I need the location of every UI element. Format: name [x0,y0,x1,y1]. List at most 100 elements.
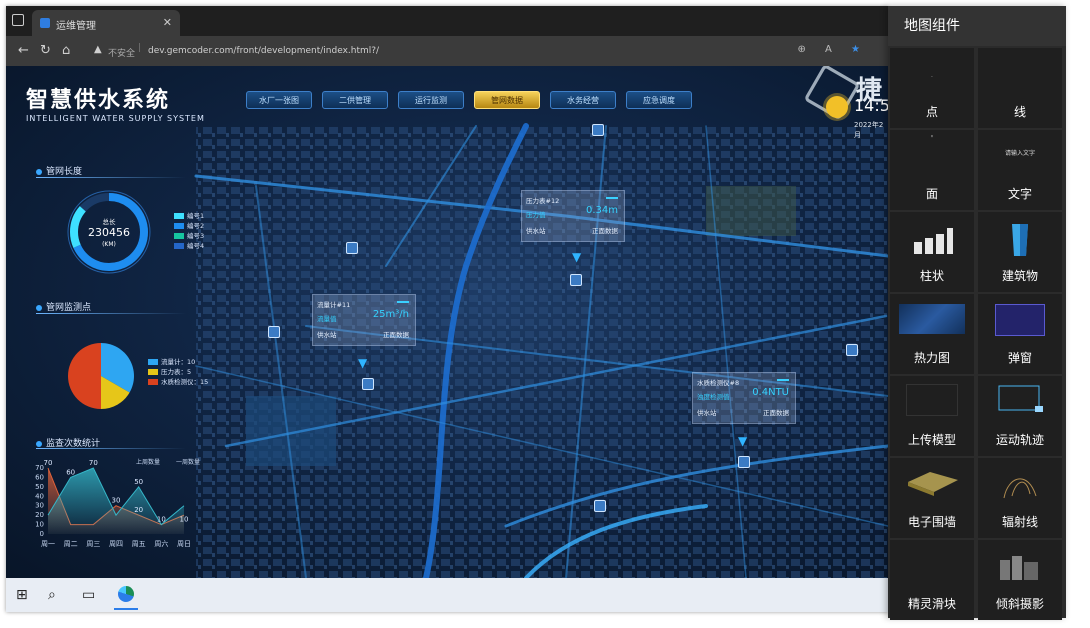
component-label: 弹窗 [1007,351,1032,365]
component-text[interactable]: 请输入文字 文字 [978,130,1062,210]
component-point[interactable]: · 点 [890,48,974,128]
popup-value: 正面数据 [592,227,618,235]
popup-bar [777,379,789,381]
edge-icon[interactable] [118,586,134,602]
y-tick-label: 0 [40,530,44,538]
x-tick-label: 周四 [109,540,123,548]
component-bar[interactable]: 柱状 [890,212,974,292]
url-field[interactable]: ▲ 不安全 | dev.gemcoder.com/front/developme… [88,41,878,61]
pie-slice-2 [68,343,101,409]
component-label: 点 [925,105,938,119]
component-label: 倾斜摄影 [995,597,1044,611]
nav-tab-emergency[interactable]: 应急调度 [626,91,692,109]
data-label: 10 [180,516,189,524]
station-icon[interactable] [570,274,582,286]
active-app-indicator [114,608,138,610]
nav-tab-pipe-data[interactable]: 管网数据 [474,91,540,109]
component-sprite-slider[interactable]: 精灵滑块 [890,540,974,620]
component-upload-model[interactable]: 上传模型 [890,376,974,456]
section-pipe-monitor: 管网监测点 [36,300,91,313]
station-icon[interactable] [362,378,374,390]
station-icon[interactable] [594,500,606,512]
search-icon[interactable]: ⌕ [48,587,56,603]
data-label: 70 [44,459,53,467]
legend-label: 编号4 [187,242,205,250]
city-map[interactable]: 010203040506070周一 周二 周三 周四 周五 周六 周日70607030502… [6,66,888,578]
section-dot-icon [36,440,42,447]
task-view-icon[interactable]: ▭ [82,587,95,603]
component-fence[interactable]: 电子围墙 [890,458,974,538]
station-icon[interactable] [592,124,604,136]
toolbar-icons[interactable]: ⊕ A ★ [797,44,868,55]
nav-tab-monitoring[interactable]: 运行监测 [398,91,464,109]
station-icon[interactable] [268,326,280,338]
close-tab-icon[interactable]: ✕ [163,16,172,29]
panel-title: 地图组件 [888,6,1066,46]
legend-label: 编号3 [187,232,205,240]
legend-label: 水质检测仪：15 [161,378,209,386]
data-label: 20 [134,506,143,514]
component-radiation[interactable]: 辐射线 [978,458,1062,538]
window-menu-icon[interactable] [12,14,24,26]
component-area[interactable]: ' 面 [890,130,974,210]
location-marker-icon[interactable]: ▼ [358,356,367,370]
nav-tab-plant-map[interactable]: 水厂一张图 [246,91,312,109]
legend-item: 编号4 [174,240,204,250]
browser-window: 运维管理 ✕ ← ↻ ⌂ ▲ 不安全 | dev.gemcoder.com/fr… [6,6,888,612]
map-popup-pressure[interactable]: 压力表#12 压力值 0.34m 供水站 正面数据 [521,190,625,242]
station-icon[interactable] [738,456,750,468]
nav-tab-secondary-supply[interactable]: 二供管理 [322,91,388,109]
refresh-icon[interactable]: ↻ [40,43,51,58]
map-popup-flow[interactable]: 流量计#11 流量值 25m³/h 供水站 正面数据 [312,294,416,346]
pie-legend: 流量计：10 压力表：5 水质检测仪：15 [148,356,208,386]
component-label: 面 [925,187,938,201]
location-marker-icon[interactable]: ▼ [572,250,581,264]
component-popup[interactable]: 弹窗 [978,294,1062,374]
legend-swatch [148,379,158,385]
data-label: 10 [157,516,166,524]
location-marker-icon[interactable]: ▼ [738,434,747,448]
component-label: 建筑物 [1001,269,1038,283]
map-popup-quality[interactable]: 水质检测仪#8 浊度检测值 0.4NTU 供水站 正面数据 [692,372,796,424]
area-preview-icon: ' [930,134,934,143]
nav-tab-operation[interactable]: 水务经营 [550,91,616,109]
y-tick-label: 50 [35,483,44,491]
x-tick-label: 周三 [86,540,100,548]
popup-title: 水质检测仪#8 [697,379,740,387]
y-tick-label: 20 [35,511,44,519]
building-preview-icon [1012,224,1028,256]
bar-preview-icon [914,228,953,254]
popup-bar [606,197,618,199]
tab-bar: 运维管理 ✕ [6,6,888,36]
legend-item: 流量计：10 [148,356,208,366]
legend-item: 水质检测仪：15 [148,376,208,386]
component-line[interactable]: 线 [978,48,1062,128]
component-oblique-photo[interactable]: 倾斜摄影 [978,540,1062,620]
popup-title: 压力表#12 [526,197,560,205]
windows-icon[interactable]: ⊞ [16,587,28,603]
section-dot-icon [36,168,42,175]
monitor-pie-chart [68,343,134,409]
station-icon[interactable] [846,344,858,356]
station-icon[interactable] [346,242,358,254]
fence-preview-icon [908,472,958,496]
favicon-icon [40,18,50,28]
legend-swatch [174,213,184,219]
component-building[interactable]: 建筑物 [978,212,1062,292]
section-title: 管网长度 [46,167,83,177]
data-label: 60 [66,468,75,476]
back-icon[interactable]: ← [18,43,29,58]
address-bar: ← ↻ ⌂ ▲ 不安全 | dev.gemcoder.com/front/dev… [6,36,888,66]
favorite-star-icon[interactable]: ★ [851,44,868,55]
x-tick-label: 周六 [154,539,168,548]
map-components-panel: 地图组件 · 点 线 ' 面 请输入文字 文字 柱状 建筑物 热力图 弹窗 上传… [888,6,1066,620]
component-label: 文字 [1007,187,1032,201]
component-heatmap[interactable]: 热力图 [890,294,974,374]
app-viewport[interactable]: 0 10 20 30 40 50 60 70 周一 周二 周三 周四 周五 周六 周日 70 60 70 30 50 2… [6,66,888,578]
home-icon[interactable]: ⌂ [62,43,70,58]
component-trajectory[interactable]: 运动轨迹 [978,376,1062,456]
model-preview-icon [906,384,958,416]
y-tick-label: 10 [35,521,44,529]
oblique-photo-preview-icon [1000,556,1038,580]
browser-tab[interactable]: 运维管理 ✕ [32,10,180,36]
